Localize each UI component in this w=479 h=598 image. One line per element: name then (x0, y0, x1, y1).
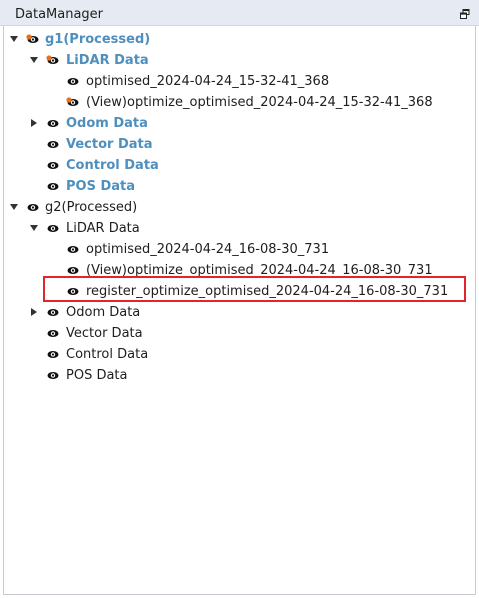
tree-node-label: POS Data (66, 179, 136, 194)
tree-leaf-label: optimised_2024-04-24_16-08-30_731 (86, 242, 330, 257)
tree-node-g1-control[interactable]: Control Data (4, 155, 474, 176)
panel-title-bar: DataManager (0, 0, 479, 26)
visibility-eye-icon[interactable] (66, 286, 80, 297)
tree-node-g1-vector[interactable]: Vector Data (4, 134, 474, 155)
tree-node-label: Control Data (66, 158, 159, 173)
tree-leaf-g2-lidar-item-selected[interactable]: register_optimize_optimised_2024-04-24_1… (4, 281, 474, 302)
tree-node-label: g1(Processed) (45, 32, 151, 47)
tree-node-g2[interactable]: g2(Processed) (4, 197, 474, 218)
float-window-icon[interactable] (460, 9, 470, 19)
visibility-eye-icon[interactable] (66, 97, 80, 108)
collapsed-arrow-icon[interactable] (29, 307, 39, 317)
tree-leaf-label: (View)optimize_optimised_2024-04-24_16-0… (86, 263, 433, 278)
tree-node-g1-odom[interactable]: Odom Data (4, 113, 474, 134)
tree-node-g1[interactable]: g1(Processed) (4, 29, 474, 50)
visibility-eye-icon[interactable] (46, 118, 60, 129)
collapsed-arrow-icon[interactable] (29, 118, 39, 128)
tree-node-label: POS Data (66, 368, 128, 383)
visibility-eye-icon[interactable] (46, 307, 60, 318)
tree-node-g2-odom[interactable]: Odom Data (4, 302, 474, 323)
tree-node-g2-pos[interactable]: POS Data (4, 365, 474, 386)
visibility-eye-icon[interactable] (26, 202, 40, 213)
panel-title: DataManager (15, 7, 104, 22)
visibility-eye-icon[interactable] (46, 139, 60, 150)
visibility-eye-icon[interactable] (46, 370, 60, 381)
tree-node-g2-control[interactable]: Control Data (4, 344, 474, 365)
tree-leaf-g1-lidar-item[interactable]: optimised_2024-04-24_15-32-41_368 (4, 71, 474, 92)
visibility-eye-icon[interactable] (66, 265, 80, 276)
tree-node-label: Odom Data (66, 116, 148, 131)
data-tree[interactable]: g1(Processed) LiDAR Data optimised_2024-… (3, 26, 476, 595)
visibility-eye-icon[interactable] (26, 34, 40, 45)
tree-node-g1-lidar[interactable]: LiDAR Data (4, 50, 474, 71)
visibility-eye-icon[interactable] (46, 55, 60, 66)
visibility-eye-icon[interactable] (46, 181, 60, 192)
visibility-eye-icon[interactable] (46, 328, 60, 339)
tree-leaf-g2-lidar-item[interactable]: (View)optimize_optimised_2024-04-24_16-0… (4, 260, 474, 281)
tree-node-label: g2(Processed) (45, 200, 138, 215)
expanded-arrow-icon[interactable] (9, 202, 19, 212)
tree-node-g1-pos[interactable]: POS Data (4, 176, 474, 197)
visibility-eye-icon[interactable] (46, 160, 60, 171)
tree-leaf-g1-lidar-item[interactable]: (View)optimize_optimised_2024-04-24_15-3… (4, 92, 474, 113)
tree-node-label: Vector Data (66, 137, 153, 152)
tree-node-g2-lidar[interactable]: LiDAR Data (4, 218, 474, 239)
tree-node-g2-vector[interactable]: Vector Data (4, 323, 474, 344)
tree-node-label: Vector Data (66, 326, 143, 341)
tree-leaf-label: (View)optimize_optimised_2024-04-24_15-3… (86, 95, 433, 110)
tree-node-label: LiDAR Data (66, 53, 149, 68)
visibility-eye-icon[interactable] (66, 76, 80, 87)
tree-leaf-label: register_optimize_optimised_2024-04-24_1… (86, 284, 449, 299)
visibility-eye-icon[interactable] (46, 349, 60, 360)
tree-leaf-g2-lidar-item[interactable]: optimised_2024-04-24_16-08-30_731 (4, 239, 474, 260)
tree-leaf-label: optimised_2024-04-24_15-32-41_368 (86, 74, 330, 89)
tree-node-label: Control Data (66, 347, 149, 362)
tree-node-label: LiDAR Data (66, 221, 140, 236)
expanded-arrow-icon[interactable] (29, 223, 39, 233)
visibility-eye-icon[interactable] (46, 223, 60, 234)
expanded-arrow-icon[interactable] (9, 34, 19, 44)
expanded-arrow-icon[interactable] (29, 55, 39, 65)
tree-node-label: Odom Data (66, 305, 141, 320)
visibility-eye-icon[interactable] (66, 244, 80, 255)
data-manager-panel: DataManager g1(Processed) LiDAR Data opt… (0, 0, 479, 598)
